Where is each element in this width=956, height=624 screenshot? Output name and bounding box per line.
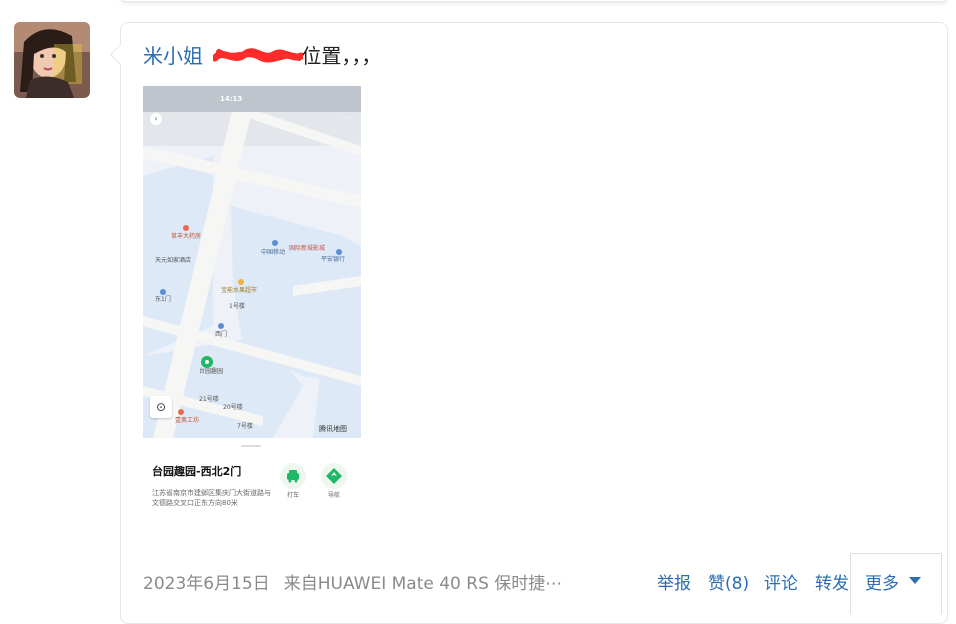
taxi-label: 打车	[286, 492, 299, 499]
post-meta: 2023年6月15日 来自HUAWEI Mate 40 RS 保时捷⋯	[143, 569, 562, 594]
map-label: 台园趣园	[199, 367, 223, 375]
forward-button[interactable]: 转发	[815, 569, 849, 594]
back-icon[interactable]: ‹	[150, 113, 162, 125]
navigation-icon	[326, 468, 342, 484]
map-label: 西门	[215, 330, 227, 338]
attached-image[interactable]: 草丰大药房 中国移动 平安银行 国际新城影城 宝能水果超市 1号楼 天元如家酒店…	[143, 86, 361, 512]
map-view[interactable]: 草丰大药房 中国移动 平安银行 国际新城影城 宝能水果超市 1号楼 天元如家酒店…	[143, 86, 361, 438]
taxi-icon	[287, 470, 299, 483]
more-dots-icon[interactable]: ···	[340, 113, 353, 124]
status-time: 14:13	[220, 95, 243, 103]
avatar-photo	[14, 22, 90, 98]
taxi-button[interactable]	[280, 463, 306, 489]
sheet-handle[interactable]	[241, 445, 261, 447]
map-label: 21号楼	[199, 395, 219, 403]
map-label: 东1门	[155, 295, 171, 303]
author-mention[interactable]: 米小姐	[143, 44, 203, 68]
map-label: 国际新城影城	[289, 244, 325, 252]
chevron-down-icon	[909, 577, 921, 584]
locate-icon[interactable]: ⊙	[150, 396, 172, 418]
map-label: 1号楼	[229, 302, 245, 310]
post-source: 来自HUAWEI Mate 40 RS 保时捷⋯	[283, 574, 563, 594]
like-button[interactable]: 赞(8)	[708, 569, 749, 594]
post-text: 米小姐 位置，，，	[143, 42, 381, 70]
report-button[interactable]: 举报	[657, 569, 691, 594]
previous-card-edge	[120, 0, 948, 2]
avatar[interactable]	[14, 22, 90, 98]
map-brand: 腾讯地图	[319, 425, 347, 433]
phone-status-bar: 14:13	[143, 86, 361, 112]
more-label: 更多	[865, 574, 899, 594]
map-label: 7号楼	[237, 422, 253, 430]
comment-button[interactable]: 评论	[764, 569, 798, 594]
place-address: 江苏省南京市建邺区集庆门大街道路与文德路交叉口正东方向80米	[152, 489, 271, 507]
redaction-scribble	[213, 48, 303, 63]
map-label: 平安银行	[321, 255, 345, 263]
map-label: 壹奥工坊	[175, 416, 199, 424]
navigation-button[interactable]	[321, 463, 347, 489]
map-label: 宝能水果超市	[221, 286, 257, 294]
post-text-rest: 位置，，，	[301, 44, 382, 68]
post-date[interactable]: 2023年6月15日	[143, 574, 270, 594]
navigation-label: 导航	[327, 492, 340, 499]
map-label: 草丰大药房	[171, 232, 201, 240]
map-label: 天元如家酒店	[155, 256, 191, 264]
map-label: 中国移动	[261, 248, 285, 256]
map-label: 20号楼	[223, 403, 243, 411]
place-name: 台园趣园-西北2门	[152, 465, 242, 478]
